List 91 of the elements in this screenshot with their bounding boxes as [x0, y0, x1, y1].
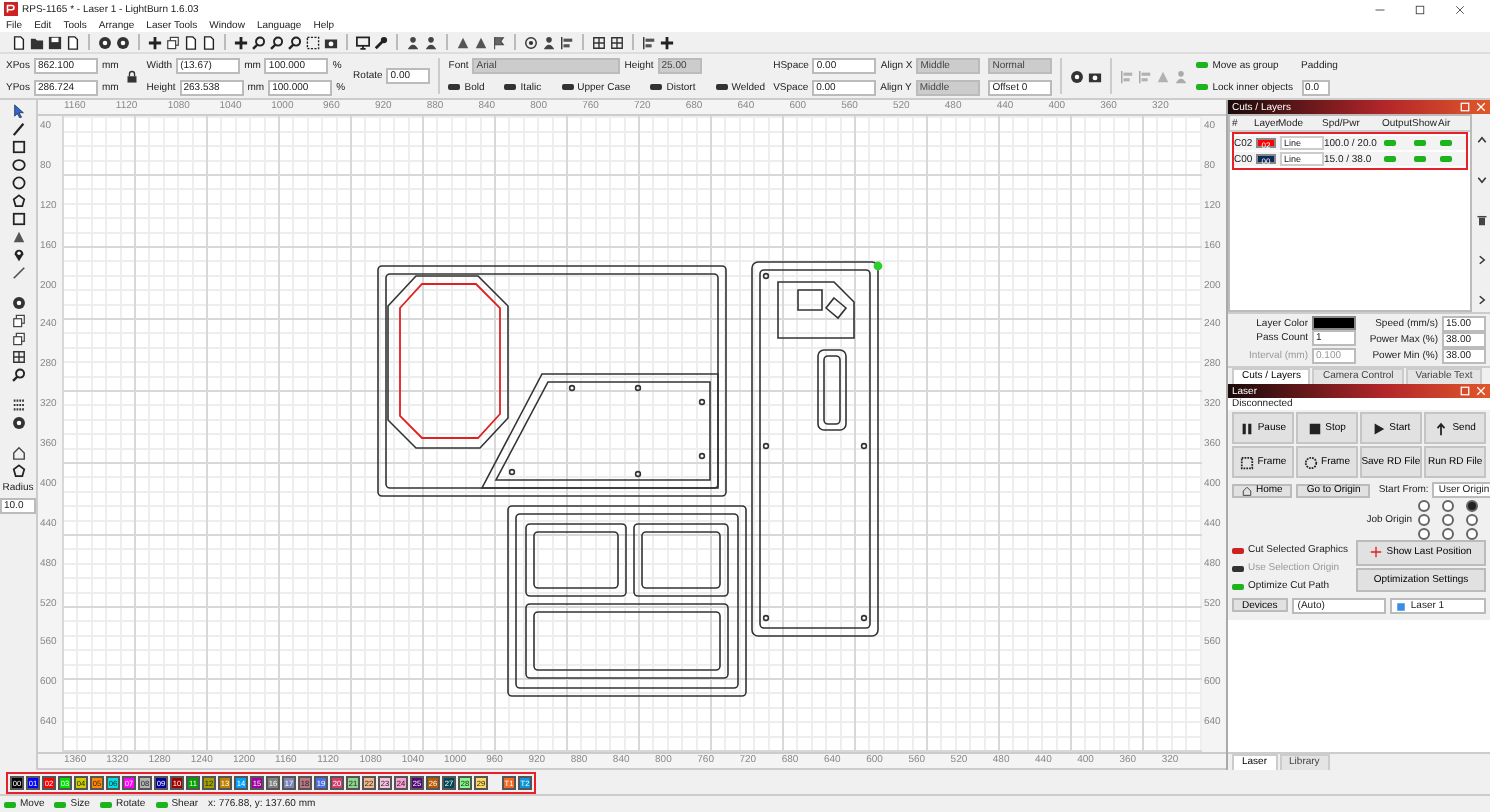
grid-icon[interactable]	[610, 35, 624, 49]
line-icon[interactable]	[11, 266, 25, 280]
person-icon[interactable]	[542, 35, 556, 49]
checkbox[interactable]	[1196, 62, 1209, 68]
device-icon	[1396, 601, 1407, 611]
close-icon[interactable]	[1454, 3, 1466, 15]
dot-grid-icon[interactable]	[11, 398, 25, 412]
radio-button[interactable]	[1418, 514, 1430, 526]
disc-icon[interactable]	[11, 416, 25, 430]
pin-icon[interactable]	[11, 248, 25, 262]
checkbox[interactable]	[448, 84, 461, 90]
origin-marker	[873, 261, 883, 271]
grid-icon[interactable]	[592, 35, 606, 49]
checkbox[interactable]	[715, 84, 728, 90]
radio-button[interactable]	[1442, 528, 1454, 540]
checkbox[interactable]	[1384, 155, 1396, 161]
float-icon[interactable]	[1460, 102, 1470, 112]
ellipse-icon[interactable]	[11, 158, 25, 172]
stacked-squares-icon[interactable]	[166, 35, 180, 49]
camera-icon[interactable]	[324, 35, 338, 49]
disc-icon[interactable]	[98, 35, 112, 49]
checkbox[interactable]	[99, 801, 112, 807]
plus-icon[interactable]	[148, 35, 162, 49]
checkbox[interactable]	[1440, 155, 1452, 161]
pointer-icon[interactable]	[11, 104, 25, 118]
checkbox[interactable]	[54, 801, 67, 807]
up-icon[interactable]	[1475, 134, 1487, 146]
disc-icon[interactable]	[11, 296, 25, 310]
dashed-square-icon[interactable]	[306, 35, 320, 49]
rectangle-icon[interactable]	[11, 140, 25, 154]
arrow-up-icon[interactable]	[1434, 421, 1449, 435]
checkbox[interactable]	[155, 801, 168, 807]
target-icon[interactable]	[524, 35, 538, 49]
checkbox[interactable]	[561, 84, 574, 90]
checkbox[interactable]	[4, 801, 16, 807]
polygon-icon[interactable]	[11, 464, 25, 478]
polygon-icon[interactable]	[11, 194, 25, 208]
checkbox[interactable]	[1384, 139, 1396, 145]
play-icon[interactable]	[1371, 421, 1386, 435]
dashed-square-icon[interactable]	[1239, 455, 1254, 469]
checkbox[interactable]	[1196, 84, 1209, 90]
trash-icon[interactable]	[1475, 214, 1487, 226]
chevron-right-icon[interactable]	[1475, 254, 1487, 266]
rectangle-icon[interactable]	[11, 212, 25, 226]
circle-icon[interactable]	[11, 176, 25, 190]
align-icon[interactable]	[642, 35, 656, 49]
radio-button[interactable]	[1466, 528, 1478, 540]
checkbox[interactable]	[1414, 155, 1426, 161]
checkbox[interactable]	[1232, 547, 1244, 553]
pause-icon[interactable]	[1239, 421, 1254, 435]
monitor-icon[interactable]	[356, 35, 370, 49]
pen-icon[interactable]	[11, 122, 25, 136]
disc-icon[interactable]	[1070, 69, 1085, 83]
triangle-icon[interactable]	[11, 230, 25, 244]
wrench-icon[interactable]	[374, 35, 388, 49]
float-icon[interactable]	[1460, 386, 1470, 396]
search-icon[interactable]	[252, 35, 266, 49]
checkbox[interactable]	[1232, 583, 1244, 589]
radio-button[interactable]	[1466, 514, 1478, 526]
grid-icon[interactable]	[11, 350, 25, 364]
radio-button[interactable]	[1442, 500, 1454, 512]
checkbox[interactable]	[504, 84, 517, 90]
house-icon[interactable]	[11, 446, 25, 460]
color-field[interactable]	[1312, 316, 1356, 331]
chevron-right-icon[interactable]	[1475, 294, 1487, 306]
stop-icon[interactable]	[1307, 421, 1322, 435]
plus-icon[interactable]	[234, 35, 248, 49]
search-icon[interactable]	[270, 35, 284, 49]
house-icon[interactable]	[1242, 485, 1252, 495]
camera-icon[interactable]	[1088, 69, 1103, 83]
lock-icon[interactable]	[126, 69, 139, 83]
checkbox[interactable]	[1414, 139, 1426, 145]
checkbox[interactable]	[1440, 139, 1452, 145]
disc-icon[interactable]	[116, 35, 130, 49]
person-icon[interactable]	[406, 35, 420, 49]
plus-icon[interactable]	[660, 35, 674, 49]
dashed-circle-icon[interactable]	[1303, 455, 1318, 469]
radio-button[interactable]	[1418, 500, 1430, 512]
radio-button[interactable]	[1442, 514, 1454, 526]
crosshair-icon[interactable]	[1370, 546, 1383, 559]
checkbox[interactable]	[650, 84, 663, 90]
radio-button[interactable]	[1466, 500, 1478, 512]
flag-icon[interactable]	[492, 35, 506, 49]
search-icon[interactable]	[11, 368, 25, 382]
align-icon[interactable]	[560, 35, 574, 49]
down-icon[interactable]	[1475, 174, 1487, 186]
radio-button[interactable]	[1418, 528, 1430, 540]
maximize-icon[interactable]	[1414, 3, 1426, 15]
save-icon[interactable]	[48, 35, 62, 49]
search-icon[interactable]	[288, 35, 302, 49]
person-icon[interactable]	[424, 35, 438, 49]
